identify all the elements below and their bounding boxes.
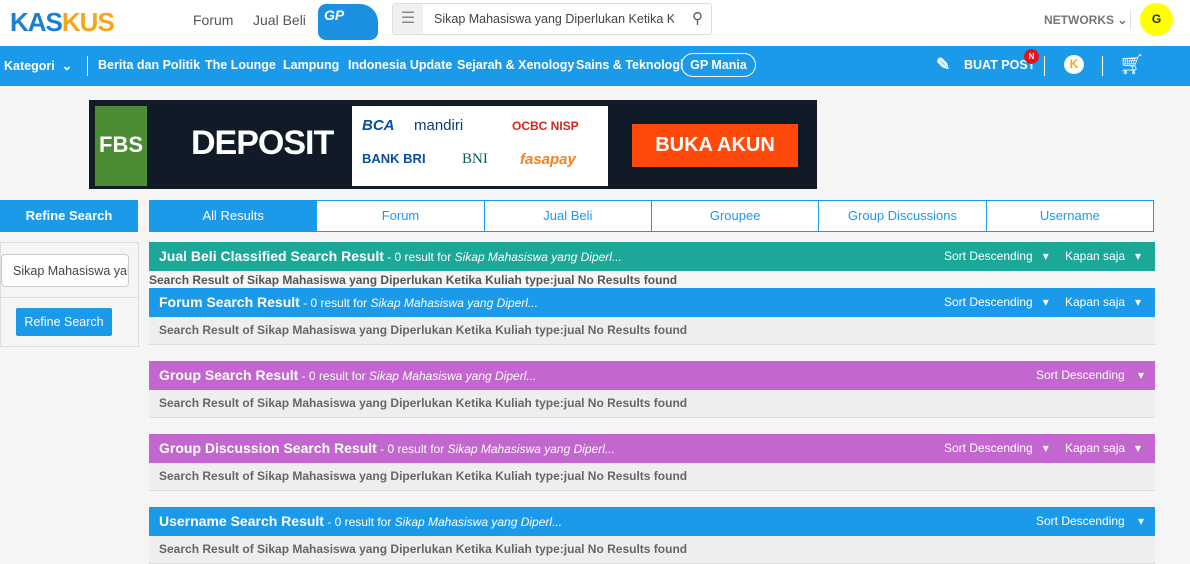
sort-dropdown[interactable]: Sort Descending ▾ — [1036, 507, 1144, 536]
time-label: Kapan saja — [1065, 295, 1126, 309]
nav-item[interactable]: Berita dan Politik — [98, 58, 200, 72]
refine-search-panel: Sikap Mahasiswa yang Diperlukan Ketika K… — [0, 242, 139, 347]
search-bar[interactable]: ☰ Sikap Mahasiswa yang Diperlukan Ketika… — [392, 3, 712, 35]
search-input[interactable]: Sikap Mahasiswa yang Diperlukan Ketika K… — [434, 12, 674, 26]
bri-logo: BANK BRI — [362, 151, 426, 166]
cart-icon[interactable]: 🛒︎ — [1119, 52, 1144, 77]
username-result-section: Username Search Result - 0 result for Si… — [149, 507, 1155, 564]
pencil-icon: ✎ — [936, 55, 951, 74]
gp-mania-logo[interactable]: GP — [318, 4, 378, 40]
divider — [1130, 10, 1131, 30]
forum-result-section: Forum Search Result - 0 result for Sikap… — [149, 288, 1155, 345]
time-label: Kapan saja — [1065, 249, 1126, 263]
tab-forum[interactable]: Forum — [316, 201, 484, 231]
nav-item[interactable]: Lampung — [283, 58, 339, 72]
sort-label: Sort Descending — [944, 295, 1033, 309]
no-results-message: Search Result of Sikap Mahasiswa yang Di… — [149, 317, 1155, 345]
nav-item[interactable]: The Lounge — [205, 58, 276, 72]
chat-icon[interactable]: K — [1064, 55, 1084, 74]
group-result-section: Group Search Result - 0 result for Sikap… — [149, 361, 1155, 418]
no-results-message: Search Result of Sikap Mahasiswa yang Di… — [149, 463, 1155, 491]
avatar[interactable]: G — [1140, 3, 1173, 36]
result-tabs: All Results Forum Jual Beli Groupee Grou… — [149, 200, 1154, 232]
time-dropdown[interactable]: Kapan saja ▾ — [1065, 434, 1141, 463]
forum-link[interactable]: Forum — [193, 12, 233, 28]
sort-label: Sort Descending — [944, 249, 1033, 263]
search-query: Sikap Mahasiswa yang Diperl... — [394, 515, 563, 529]
tab-group-discussions[interactable]: Group Discussions — [818, 201, 986, 231]
divider — [87, 56, 88, 76]
ocbc-logo: OCBC NISP — [512, 119, 579, 133]
kategori-dropdown[interactable]: Kategori ⌄ — [4, 58, 72, 73]
divider — [1, 297, 138, 298]
no-results-message: Search Result of Sikap Mahasiswa yang Di… — [149, 390, 1155, 418]
result-count: - 0 result for — [298, 369, 369, 383]
result-count: - 0 result for — [299, 296, 371, 310]
section-title: Group Search Result — [159, 367, 299, 383]
tab-groupee[interactable]: Groupee — [650, 201, 819, 231]
divider — [1102, 56, 1103, 76]
gp-mania-button[interactable]: GP Mania — [681, 53, 756, 77]
bank-logos: BCA mandiri OCBC NISP BANK BRI BNI fasap… — [352, 106, 608, 186]
section-header: Username Search Result - 0 result for Si… — [149, 507, 1155, 536]
search-icon[interactable]: ⚲ — [692, 9, 703, 27]
tab-jual-beli[interactable]: Jual Beli — [483, 201, 651, 231]
networks-dropdown[interactable]: NETWORKS ⌄ — [1044, 13, 1127, 27]
no-results-message: Search Result of Sikap Mahasiswa yang Di… — [149, 273, 678, 287]
sort-label: Sort Descending — [1036, 514, 1125, 528]
ad-title: DEPOSIT — [191, 124, 334, 162]
category-nav: Kategori ⌄ Berita dan Politik The Lounge… — [0, 46, 1190, 86]
sort-dropdown[interactable]: Sort Descending ▾ — [944, 288, 1049, 317]
search-query: Sikap Mahasiswa yang Diperl... — [368, 369, 537, 383]
time-dropdown[interactable]: Kapan saja ▾ — [1065, 288, 1141, 317]
time-label: Kapan saja — [1065, 441, 1126, 455]
menu-icon[interactable]: ☰ — [393, 4, 423, 34]
section-header: Group Discussion Search Result - 0 resul… — [149, 434, 1155, 463]
kategori-label: Kategori — [4, 59, 55, 73]
section-title: Jual Beli Classified Search Result — [159, 248, 384, 264]
sort-dropdown[interactable]: Sort Descending ▾ — [1036, 361, 1144, 390]
fbs-ad-banner[interactable]: FBS DEPOSIT BCA mandiri OCBC NISP BANK B… — [89, 100, 817, 189]
result-count: - 0 result for — [383, 250, 455, 264]
section-header: Group Search Result - 0 result for Sikap… — [149, 361, 1155, 390]
divider — [1044, 56, 1045, 76]
section-header: Jual Beli Classified Search Result - 0 r… — [149, 242, 1155, 271]
bca-logo: BCA — [362, 117, 395, 134]
bni-logo: BNI — [462, 151, 488, 167]
group-discussion-result-section: Group Discussion Search Result - 0 resul… — [149, 434, 1155, 491]
nav-item[interactable]: Indonesia Update — [348, 58, 452, 72]
section-title: Forum Search Result — [159, 294, 300, 310]
no-results-message: Search Result of Sikap Mahasiswa yang Di… — [149, 536, 1155, 564]
jual-beli-result-section: Jual Beli Classified Search Result - 0 r… — [149, 242, 1155, 287]
refine-search-button[interactable]: Refine Search — [16, 308, 112, 336]
sort-dropdown[interactable]: Sort Descending ▾ — [944, 434, 1049, 463]
kaskus-logo[interactable]: KASKUS — [10, 7, 115, 38]
jual-beli-link[interactable]: Jual Beli — [253, 12, 306, 28]
sort-label: Sort Descending — [944, 441, 1033, 455]
search-query: Sikap Mahasiswa yang Diperl... — [454, 250, 622, 264]
result-count: - 0 result for — [376, 442, 448, 456]
networks-label: NETWORKS — [1044, 13, 1114, 27]
tab-all-results[interactable]: All Results — [150, 201, 317, 231]
fasapay-logo: fasapay — [520, 151, 576, 168]
buka-akun-button[interactable]: BUKA AKUN — [632, 124, 798, 167]
sort-dropdown[interactable]: Sort Descending ▾ — [944, 242, 1049, 271]
section-title: Username Search Result — [159, 513, 324, 529]
tab-username[interactable]: Username — [985, 201, 1153, 231]
time-dropdown[interactable]: Kapan saja ▾ — [1065, 242, 1141, 271]
search-query: Sikap Mahasiswa yang Diperl... — [447, 442, 615, 456]
top-header: KASKUS Forum Jual Beli GP ☰ Sikap Mahasi… — [0, 0, 1190, 46]
mandiri-logo: mandiri — [414, 117, 464, 134]
notification-badge: N — [1024, 49, 1039, 64]
sort-label: Sort Descending — [1036, 368, 1125, 382]
section-title: Group Discussion Search Result — [159, 440, 377, 456]
section-header: Forum Search Result - 0 result for Sikap… — [149, 288, 1155, 317]
nav-item[interactable]: Sejarah & Xenology — [457, 58, 574, 72]
refine-search-title: Refine Search — [0, 200, 138, 232]
result-count: - 0 result for — [323, 515, 395, 529]
search-query: Sikap Mahasiswa yang Diperl... — [370, 296, 538, 310]
fbs-logo: FBS — [95, 106, 147, 186]
refine-search-input[interactable]: Sikap Mahasiswa yang Diperlukan Ketika K… — [1, 254, 129, 287]
nav-item[interactable]: Sains & Teknologi — [576, 58, 683, 72]
